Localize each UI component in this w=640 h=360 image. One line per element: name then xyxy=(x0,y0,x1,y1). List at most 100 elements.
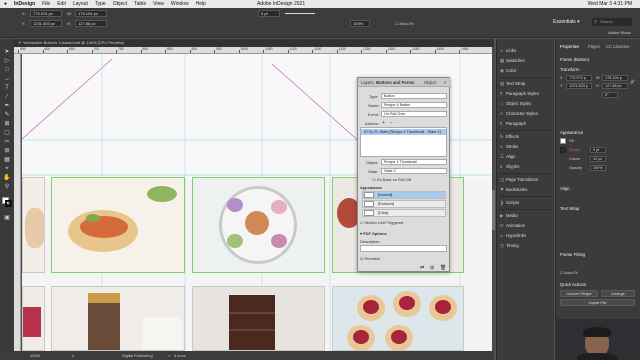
rotation-angle-field[interactable]: 0° xyxy=(602,92,618,98)
panel-align[interactable]: ☰ Align xyxy=(500,153,516,161)
x-field[interactable]: 779.974 px xyxy=(30,10,62,17)
appearance-state-rollover[interactable]: [Rollover] xyxy=(362,200,446,208)
hand-tool-icon[interactable]: ✋ xyxy=(3,175,11,182)
stroke-weight-field[interactable]: 0 pt xyxy=(258,10,280,17)
action-item[interactable]: ☑ Go To State [Recipe 4 Thumbnail - Stat… xyxy=(361,129,446,135)
arrange-button[interactable]: Arrange xyxy=(601,290,635,297)
gap-tool-icon[interactable]: ↔ xyxy=(3,76,11,83)
tab-object[interactable]: Object xyxy=(424,80,436,85)
go-back-checkbox[interactable]: ☐ Go Back on Roll Off xyxy=(372,177,411,182)
add-action-button[interactable]: + xyxy=(382,120,385,126)
workspace-switcher[interactable]: Essentials ▾ xyxy=(553,19,580,25)
zoom-field[interactable]: 100% xyxy=(350,20,370,27)
prop-h-field[interactable]: 127.88 px xyxy=(602,83,628,89)
state-dropdown[interactable]: State 2 xyxy=(381,168,447,174)
tab-layers[interactable]: Layers xyxy=(361,80,374,85)
recipe-5-brownies-photo[interactable] xyxy=(192,286,325,351)
type-tool-icon[interactable]: T xyxy=(3,85,11,92)
printable-checkbox[interactable]: ☑ Printable xyxy=(360,256,380,261)
convert-object-icon[interactable]: ⇄ xyxy=(420,265,424,271)
rectangle-frame-tool-icon[interactable]: ⊠ xyxy=(3,121,11,128)
h-field[interactable]: 127.88 px xyxy=(75,20,107,27)
type-dropdown[interactable]: Button xyxy=(381,93,447,99)
panel-color[interactable]: ◉ Color xyxy=(500,67,516,75)
pdf-options-heading[interactable]: ▾ PDF Options xyxy=(360,231,387,236)
document-tab[interactable]: ✕ *Interactive Buttons Tutorial.indd @ 1… xyxy=(14,39,494,47)
menu-layout[interactable]: Layout xyxy=(73,1,88,7)
status-profile[interactable]: Digital Publishing xyxy=(122,351,153,360)
tab-cc-libraries[interactable]: CC Libraries xyxy=(606,44,629,49)
search-input[interactable]: ⚲ Search xyxy=(592,18,632,26)
stroke-weight-field[interactable]: 0 pt xyxy=(590,147,606,153)
fill-swatch-icon[interactable] xyxy=(560,138,566,144)
panel-timing[interactable]: ◷ Timing xyxy=(500,242,519,250)
eyedropper-tool-icon[interactable]: ⌖ xyxy=(3,166,11,173)
zoom-tool-icon[interactable]: ⚲ xyxy=(3,184,11,191)
pen-tool-icon[interactable]: ✒ xyxy=(3,103,11,110)
panel-scripts[interactable]: ❱ Scripts xyxy=(500,199,519,207)
stroke-type-preview[interactable] xyxy=(285,13,315,14)
panel-effects[interactable]: fx Effects xyxy=(500,133,519,141)
status-zoom[interactable]: 100% xyxy=(30,351,40,360)
scissors-tool-icon[interactable]: ✂ xyxy=(3,139,11,146)
import-file-button[interactable]: Import File xyxy=(560,299,635,306)
tab-buttons-and-forms[interactable]: Buttons and Forms xyxy=(376,80,414,85)
delete-state-icon[interactable]: 🗑 xyxy=(440,265,446,271)
recipe-6-tarts-photo[interactable] xyxy=(332,286,464,351)
auto-fit-checkbox[interactable]: ☐ Auto-Fit xyxy=(395,21,414,26)
pencil-tool-icon[interactable]: ✎ xyxy=(3,112,11,119)
tab-properties[interactable]: Properties xyxy=(560,44,579,49)
prop-x-field[interactable]: 779.974 p xyxy=(566,75,592,81)
prop-y-field[interactable]: 1231.803 p xyxy=(566,83,592,89)
w-field[interactable]: 176.104 px xyxy=(75,10,107,17)
preview-mode-icon[interactable]: ▣ xyxy=(3,215,11,222)
constrain-proportions-icon[interactable]: 🔗 xyxy=(630,79,635,84)
panel-media[interactable]: ▶ Media xyxy=(500,212,518,220)
app-name-menu[interactable]: InDesign xyxy=(14,1,35,7)
panel-animation[interactable]: ⟳ Animation xyxy=(500,222,525,230)
panel-swatches[interactable]: ▦ Swatches xyxy=(500,57,525,65)
appearance-state-click[interactable]: [Click] xyxy=(362,209,446,217)
panel-menu-icon[interactable]: ≡ xyxy=(444,80,446,85)
status-page[interactable]: 2 xyxy=(72,351,74,360)
recipe-4-parfait-photo[interactable] xyxy=(51,286,185,351)
description-field[interactable] xyxy=(360,245,447,252)
panel-bookmarks[interactable]: ⚑ Bookmarks xyxy=(500,186,528,194)
direct-selection-tool-icon[interactable]: ▷ xyxy=(3,58,11,65)
menu-edit[interactable]: Edit xyxy=(57,1,66,7)
menu-type[interactable]: Type xyxy=(95,1,106,7)
panel-stroke[interactable]: ≡ Stroke xyxy=(500,143,518,151)
panel-paragraph[interactable]: ¶ Paragraph xyxy=(500,120,526,128)
status-errors[interactable]: 3 error xyxy=(174,351,186,360)
panel-page-transitions[interactable]: ◫ Page Transitions xyxy=(500,176,538,184)
opacity-field[interactable]: 100% xyxy=(590,165,606,171)
page-tool-icon[interactable]: □ xyxy=(3,67,11,74)
remove-action-button[interactable]: − xyxy=(390,120,393,126)
panel-paragraph-styles[interactable]: ¶ Paragraph Styles xyxy=(500,90,539,98)
corner-size-field[interactable]: 12 px xyxy=(590,156,606,162)
rectangle-tool-icon[interactable]: ▢ xyxy=(3,130,11,137)
object-dropdown[interactable]: Recipe 4 Thumbnail xyxy=(381,159,447,165)
menu-window[interactable]: Window xyxy=(171,1,189,7)
menu-table[interactable]: Table xyxy=(134,1,146,7)
adobe-stock-label[interactable]: Adobe Stock xyxy=(608,30,631,35)
event-dropdown[interactable]: On Roll Over xyxy=(381,111,447,117)
auto-fit-checkbox[interactable]: ☐ Auto-Fit xyxy=(560,270,578,275)
appearance-state-normal[interactable]: [Normal] xyxy=(362,191,446,199)
selection-tool-icon[interactable]: ➤ xyxy=(3,49,11,56)
menu-object[interactable]: Object xyxy=(113,1,127,7)
name-field[interactable]: Recipe 4 Button xyxy=(381,102,447,108)
line-tool-icon[interactable]: ∕ xyxy=(3,94,11,101)
y-field[interactable]: 1231.803 px xyxy=(30,20,62,27)
panel-text-wrap[interactable]: ▤ Text Wrap xyxy=(500,80,525,88)
gradient-tool-icon[interactable]: ▦ xyxy=(3,157,11,164)
convert-shape-button[interactable]: Convert Shape xyxy=(560,290,598,297)
menu-help[interactable]: Help xyxy=(196,1,206,7)
panel-object-styles[interactable]: □ Object Styles xyxy=(500,100,531,108)
hidden-until-triggered-checkbox[interactable]: ☐ Hidden Until Triggered xyxy=(360,220,403,225)
new-state-icon[interactable]: ⊞ xyxy=(430,265,434,271)
vertical-scroll-thumb[interactable] xyxy=(492,190,495,230)
recipe-2-rolls-photo[interactable] xyxy=(192,177,325,273)
photo-left-edge[interactable] xyxy=(22,177,45,273)
panel-hyperlinks[interactable]: ∞ Hyperlinks xyxy=(500,232,526,240)
